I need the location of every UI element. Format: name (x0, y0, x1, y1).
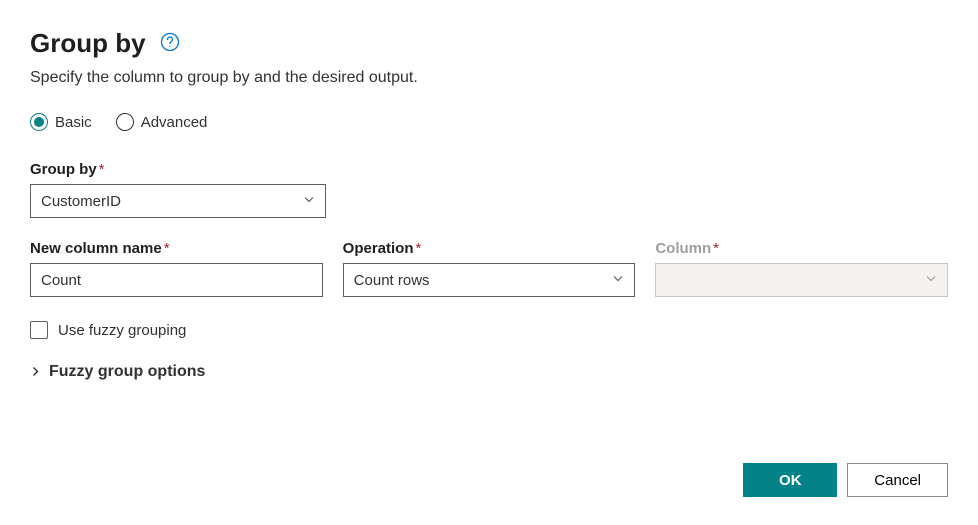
fuzzy-grouping-checkbox[interactable]: Use fuzzy grouping (30, 321, 948, 339)
mode-radio-group: Basic Advanced (30, 113, 948, 131)
radio-basic-label: Basic (55, 114, 92, 131)
fuzzy-grouping-label: Use fuzzy grouping (58, 322, 186, 339)
dialog-subtitle: Specify the column to group by and the d… (30, 69, 948, 87)
fuzzy-options-label: Fuzzy group options (49, 363, 205, 381)
chevron-right-icon (30, 364, 41, 380)
column-select (655, 263, 948, 297)
column-label: Column* (655, 240, 948, 257)
group-by-select[interactable]: CustomerID (30, 184, 326, 218)
group-by-label: Group by* (30, 161, 948, 178)
help-icon[interactable] (160, 32, 180, 55)
operation-select[interactable]: Count rows (343, 263, 636, 297)
radio-advanced[interactable]: Advanced (116, 113, 208, 131)
fuzzy-options-expander[interactable]: Fuzzy group options (30, 363, 948, 381)
radio-icon (30, 113, 48, 131)
ok-button[interactable]: OK (743, 463, 837, 497)
checkbox-icon (30, 321, 48, 339)
new-column-input[interactable] (30, 263, 323, 297)
cancel-button[interactable]: Cancel (847, 463, 948, 497)
radio-basic[interactable]: Basic (30, 113, 92, 131)
operation-label: Operation* (343, 240, 636, 257)
dialog-title: Group by (30, 28, 146, 59)
new-column-label: New column name* (30, 240, 323, 257)
radio-advanced-label: Advanced (141, 114, 208, 131)
radio-icon (116, 113, 134, 131)
